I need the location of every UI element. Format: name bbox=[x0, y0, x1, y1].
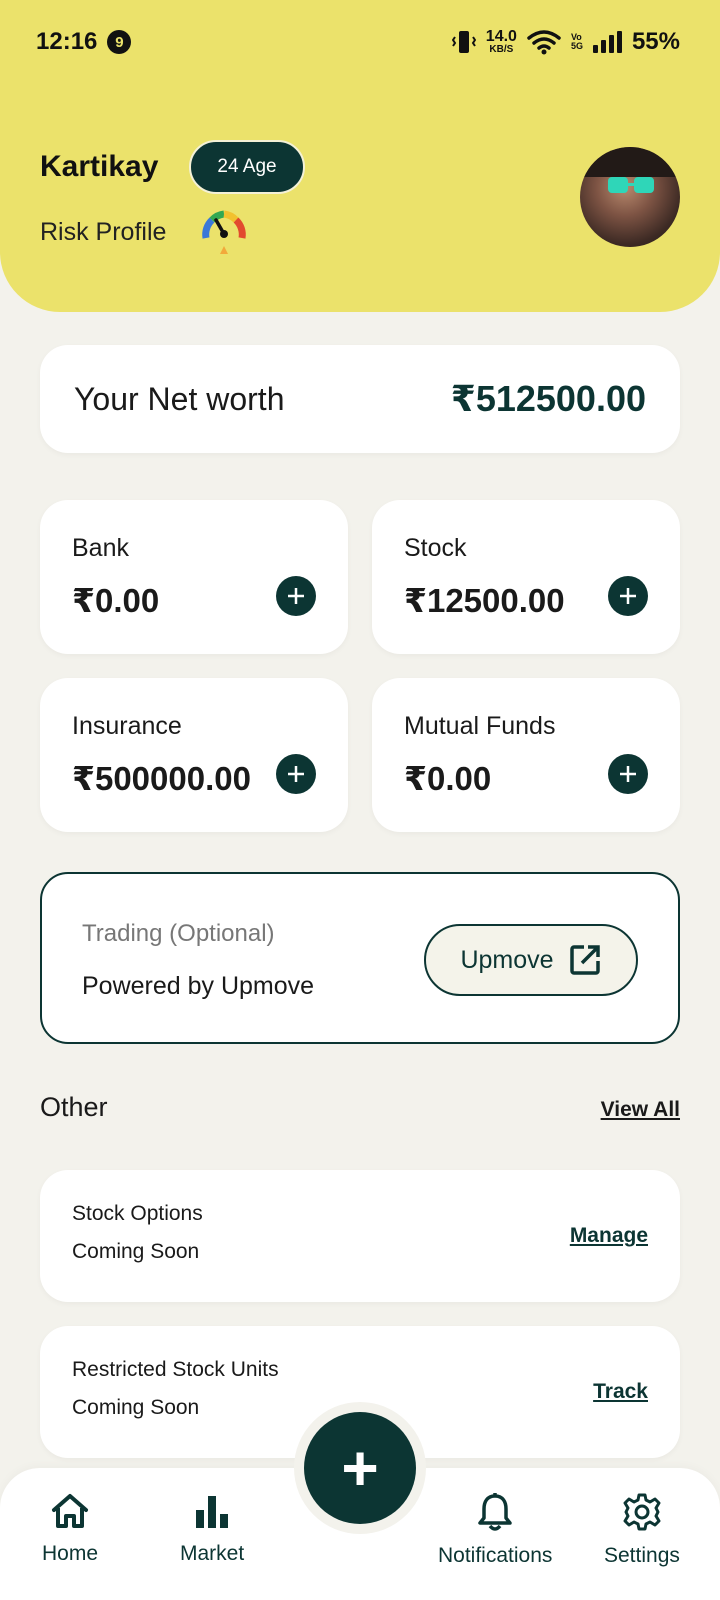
trading-powered-by: Powered by Upmove bbox=[82, 972, 315, 1000]
age-badge: 24 Age bbox=[189, 140, 305, 194]
bell-icon bbox=[478, 1493, 512, 1531]
add-insurance-button[interactable] bbox=[276, 754, 316, 794]
nav-item-settings[interactable]: Settings bbox=[604, 1492, 680, 1568]
risk-profile-label: Risk Profile bbox=[40, 218, 167, 246]
nav-label: Settings bbox=[604, 1544, 680, 1567]
home-icon bbox=[52, 1494, 89, 1528]
wifi-icon bbox=[527, 30, 561, 55]
trading-label: Trading (Optional) bbox=[82, 920, 275, 947]
bar-chart-icon bbox=[196, 1496, 229, 1528]
asset-card-bank: Bank ₹0.00 bbox=[40, 500, 348, 654]
asset-card-stock: Stock ₹12500.00 bbox=[372, 500, 680, 654]
other-item-title: Stock Options bbox=[72, 1202, 203, 1225]
plus-icon bbox=[620, 766, 636, 782]
net-worth-card: Your Net worth ₹512500.00 bbox=[40, 345, 680, 453]
other-item-stock-options: Stock Options Coming Soon Manage bbox=[40, 1170, 680, 1302]
asset-label: Mutual Funds bbox=[404, 712, 556, 740]
plus-icon bbox=[620, 588, 636, 604]
nav-item-home[interactable]: Home bbox=[42, 1492, 98, 1566]
nav-item-notifications[interactable]: Notifications bbox=[438, 1492, 552, 1568]
other-item-title: Restricted Stock Units bbox=[72, 1358, 279, 1381]
nav-label: Notifications bbox=[438, 1544, 553, 1567]
notification-count-badge: 9 bbox=[107, 30, 132, 54]
user-avatar[interactable] bbox=[580, 147, 680, 247]
status-indicators: 14.0 KB/S Vo 5G 55% bbox=[451, 28, 680, 56]
nav-label: Home bbox=[42, 1542, 99, 1565]
plus-icon bbox=[288, 588, 304, 604]
status-time: 12:16 bbox=[36, 28, 98, 55]
nav-label: Market bbox=[180, 1542, 245, 1565]
network-speed-unit: KB/S bbox=[489, 44, 514, 55]
other-item-subtitle: Coming Soon bbox=[72, 1240, 200, 1263]
signal-strength-icon bbox=[592, 31, 622, 53]
manage-link[interactable]: Manage bbox=[570, 1224, 648, 1248]
asset-card-mutual-funds: Mutual Funds ₹0.00 bbox=[372, 678, 680, 832]
risk-gauge-icon[interactable] bbox=[198, 204, 250, 256]
upmove-button-label: Upmove bbox=[460, 945, 554, 974]
asset-label: Stock bbox=[404, 534, 467, 562]
asset-card-insurance: Insurance ₹500000.00 bbox=[40, 678, 348, 832]
battery-percentage: 55% bbox=[631, 28, 680, 55]
status-bar: 12:16 9 14.0 KB/S Vo 5G 55% bbox=[0, 0, 720, 84]
track-link[interactable]: Track bbox=[593, 1380, 648, 1404]
nav-item-market[interactable]: Market bbox=[180, 1492, 244, 1566]
user-name: Kartikay bbox=[40, 150, 159, 183]
net-worth-value: ₹512500.00 bbox=[450, 378, 646, 419]
asset-label: Bank bbox=[72, 534, 129, 562]
gear-icon bbox=[623, 1493, 661, 1531]
add-bank-button[interactable] bbox=[276, 576, 316, 616]
view-all-link[interactable]: View All bbox=[601, 1098, 680, 1122]
trading-card: Trading (Optional) Powered by Upmove Upm… bbox=[40, 872, 680, 1044]
add-mutual-funds-button[interactable] bbox=[608, 754, 648, 794]
volte-bottom: 5G bbox=[570, 41, 583, 51]
network-speed: 14.0 KB/S bbox=[486, 29, 517, 55]
other-section-title: Other bbox=[40, 1092, 108, 1122]
volte-indicator: Vo 5G bbox=[571, 33, 583, 51]
network-speed-value: 14.0 bbox=[485, 28, 517, 45]
plus-icon bbox=[288, 766, 304, 782]
add-stock-button[interactable] bbox=[608, 576, 648, 616]
asset-label: Insurance bbox=[72, 712, 182, 740]
add-fab-button[interactable]: + bbox=[304, 1412, 416, 1524]
net-worth-label: Your Net worth bbox=[74, 380, 285, 417]
upmove-button[interactable]: Upmove bbox=[424, 924, 638, 996]
external-link-icon bbox=[569, 945, 600, 975]
vibrate-icon bbox=[451, 31, 476, 53]
